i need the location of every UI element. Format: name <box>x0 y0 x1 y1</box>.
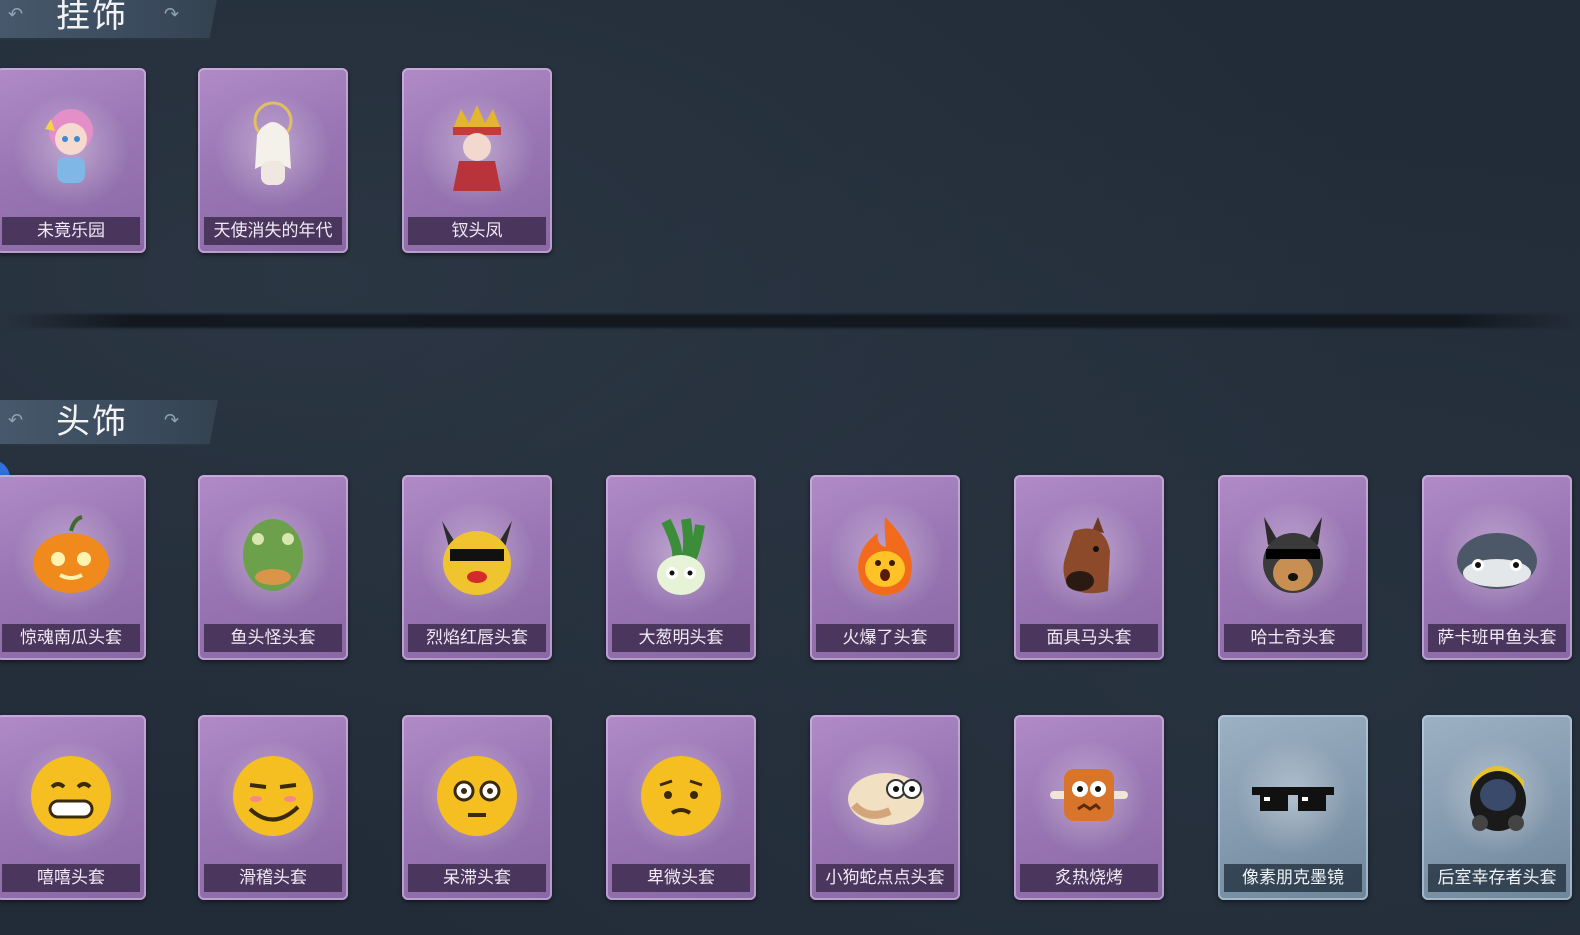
horse-mask-icon <box>1044 511 1134 601</box>
item-card-headwear-15[interactable]: 像素朋克墨镜 <box>1218 715 1368 900</box>
item-label: 后室幸存者头套 <box>1428 864 1566 892</box>
item-label: 面具马头套 <box>1020 624 1158 652</box>
ornament-left-icon: ↶ <box>8 4 24 25</box>
item-card-headwear-5[interactable]: 火爆了头套 <box>810 475 960 660</box>
fire-icon <box>840 511 930 601</box>
pendant-angel-icon <box>228 101 318 194</box>
item-card-headwear-3[interactable]: 烈焰红唇头套 <box>402 475 552 660</box>
pendant-girl-icon <box>26 104 116 194</box>
section-title-headwear: 头饰 <box>56 402 128 442</box>
bbq-icon <box>1044 751 1134 841</box>
item-card-headwear-4[interactable]: 大葱明头套 <box>606 475 756 660</box>
item-label: 大葱明头套 <box>612 624 750 652</box>
husky-icon <box>1248 511 1338 601</box>
item-card-headwear-7[interactable]: 哈士奇头套 <box>1218 475 1368 660</box>
pendant-phoenix-crown-icon <box>432 104 522 194</box>
item-card-pendant-3[interactable]: 钗头凤 <box>402 68 552 253</box>
item-label: 未竟乐园 <box>2 217 140 245</box>
snake-dog-icon <box>840 751 930 841</box>
item-card-headwear-12[interactable]: 卑微头套 <box>606 715 756 900</box>
ornament-left-icon: ↶ <box>8 410 24 431</box>
item-card-headwear-2[interactable]: 鱼头怪头套 <box>198 475 348 660</box>
item-label: 像素朋克墨镜 <box>1224 864 1362 892</box>
smirk-emoji-icon <box>228 751 318 841</box>
item-card-headwear-1[interactable]: 惊魂南瓜头套 <box>0 475 146 660</box>
item-card-headwear-10[interactable]: 滑稽头套 <box>198 715 348 900</box>
item-label: 哈士奇头套 <box>1224 624 1362 652</box>
item-card-headwear-11[interactable]: 呆滞头套 <box>402 715 552 900</box>
blank-emoji-icon <box>432 751 522 841</box>
ornament-right-icon: ↷ <box>164 4 180 25</box>
section-header-pendants: ↶ 挂饰 ↷ <box>0 0 218 40</box>
grin-emoji-icon <box>26 751 116 841</box>
item-card-headwear-16[interactable]: 后室幸存者头套 <box>1422 715 1572 900</box>
pixel-sunglasses-icon <box>1248 751 1338 841</box>
item-card-pendant-2[interactable]: 天使消失的年代 <box>198 68 348 253</box>
item-card-headwear-8[interactable]: 萨卡班甲鱼头套 <box>1422 475 1572 660</box>
scallion-icon <box>636 511 726 601</box>
item-card-headwear-13[interactable]: 小狗蛇点点头套 <box>810 715 960 900</box>
item-label: 滑稽头套 <box>204 864 342 892</box>
item-label: 小狗蛇点点头套 <box>816 864 954 892</box>
item-label: 烈焰红唇头套 <box>408 624 546 652</box>
ornament-right-icon: ↷ <box>164 410 180 431</box>
item-label: 钗头凤 <box>408 217 546 245</box>
fish-head-icon <box>228 511 318 601</box>
item-card-headwear-9[interactable]: 嘻嘻头套 <box>0 715 146 900</box>
sacabambaspis-icon <box>1452 511 1542 601</box>
item-card-headwear-6[interactable]: 面具马头套 <box>1014 475 1164 660</box>
pumpkin-icon <box>26 511 116 601</box>
humble-emoji-icon <box>636 751 726 841</box>
section-header-headwear: ↶ 头饰 ↷ <box>0 400 218 446</box>
item-label: 天使消失的年代 <box>204 217 342 245</box>
section-title-pendants: 挂饰 <box>56 0 128 36</box>
item-card-pendant-1[interactable]: 未竟乐园 <box>0 68 146 253</box>
item-label: 惊魂南瓜头套 <box>2 624 140 652</box>
item-label: 卑微头套 <box>612 864 750 892</box>
gas-mask-helmet-icon <box>1452 751 1542 841</box>
pikachu-lips-icon <box>432 511 522 601</box>
item-label: 鱼头怪头套 <box>204 624 342 652</box>
item-label: 火爆了头套 <box>816 624 954 652</box>
item-label: 萨卡班甲鱼头套 <box>1428 624 1566 652</box>
item-label: 呆滞头套 <box>408 864 546 892</box>
item-label: 炙热烧烤 <box>1020 864 1158 892</box>
item-card-headwear-14[interactable]: 炙热烧烤 <box>1014 715 1164 900</box>
item-label: 嘻嘻头套 <box>2 864 140 892</box>
section-divider <box>0 314 1580 328</box>
